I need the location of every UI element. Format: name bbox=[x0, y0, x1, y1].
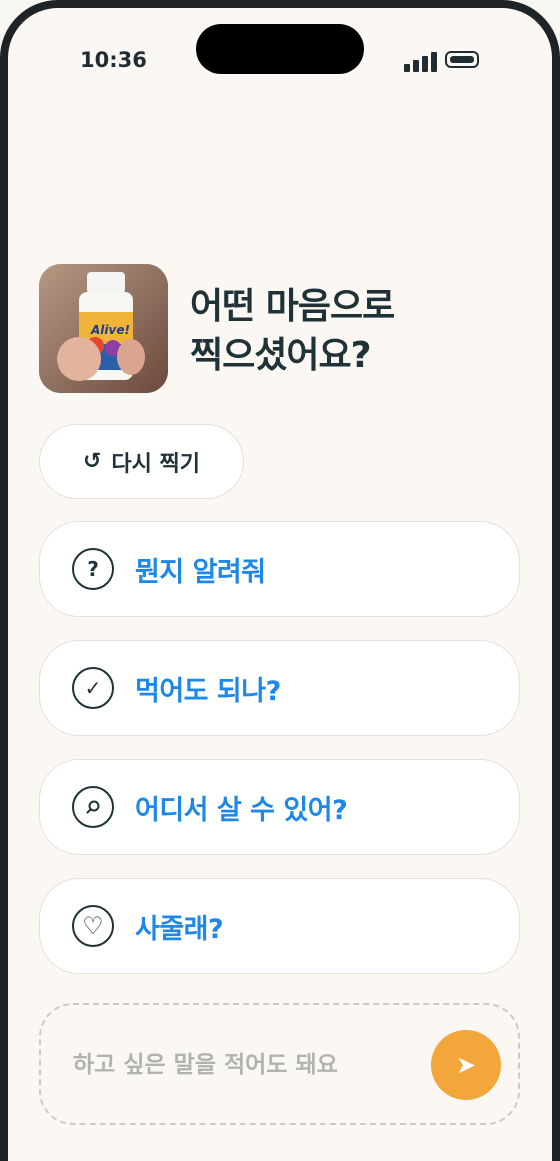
message-composer: ➤ bbox=[39, 1003, 520, 1125]
option-label: 사줄래? bbox=[135, 914, 224, 945]
battery-icon bbox=[445, 51, 479, 68]
title-line-1: 어떤 마음으로 bbox=[190, 286, 395, 327]
page-title: 어떤 마음으로 찍으셨어요? bbox=[190, 282, 395, 380]
message-input[interactable] bbox=[73, 1045, 403, 1085]
option-can-i-eat[interactable]: ✓ 먹어도 되나? bbox=[39, 640, 520, 736]
dynamic-island bbox=[196, 24, 364, 74]
option-label: 뭔지 알려줘 bbox=[135, 557, 266, 588]
signal-icon bbox=[404, 50, 438, 72]
option-what-is-it[interactable]: ? 뭔지 알려줘 bbox=[39, 521, 520, 617]
option-buy-for-me[interactable]: ♡ 사줄래? bbox=[39, 878, 520, 974]
captured-photo-thumbnail[interactable]: Alive! bbox=[39, 264, 168, 393]
photo-label: Alive! bbox=[90, 323, 130, 337]
option-where-to-buy[interactable]: 어디서 살 수 있어? bbox=[39, 759, 520, 855]
check-icon: ✓ bbox=[72, 667, 114, 709]
retake-label: 다시 찍기 bbox=[111, 451, 201, 477]
question-icon: ? bbox=[72, 548, 114, 590]
status-time: 10:36 bbox=[80, 48, 147, 72]
phone-frame: 10:36 Alive! 어떤 마음으로 찍으셨어요? ↺ 다시 찍기 ? 뭔지… bbox=[0, 0, 560, 1161]
option-label: 먹어도 되나? bbox=[135, 676, 281, 707]
title-line-2: 찍으셨어요? bbox=[190, 335, 371, 376]
send-button[interactable]: ➤ bbox=[431, 1030, 501, 1100]
send-icon: ➤ bbox=[455, 1051, 477, 1079]
retake-icon: ↺ bbox=[82, 449, 102, 474]
option-label: 어디서 살 수 있어? bbox=[135, 795, 348, 826]
heart-icon: ♡ bbox=[72, 905, 114, 947]
retake-button[interactable]: ↺ 다시 찍기 bbox=[39, 424, 244, 499]
photo-image: Alive! bbox=[39, 264, 168, 393]
search-icon bbox=[72, 786, 114, 828]
